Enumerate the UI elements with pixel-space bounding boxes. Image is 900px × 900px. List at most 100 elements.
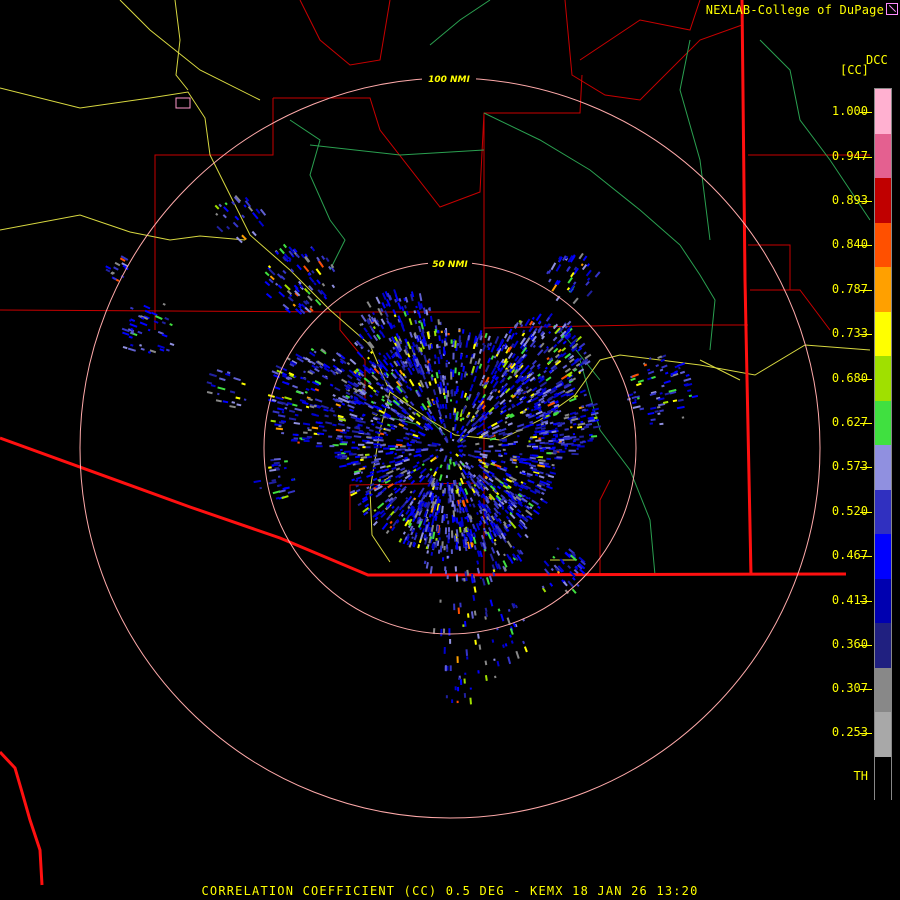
echo-pixel	[371, 422, 375, 426]
echo-pixel	[577, 445, 585, 448]
echo-pixel	[584, 353, 592, 360]
echo-pixel	[355, 479, 359, 483]
echo-pixel	[206, 381, 213, 385]
credit-text[interactable]: NEXLAB-College of DuPage	[706, 3, 884, 17]
echo-pixel	[282, 243, 288, 249]
echo-pixel	[556, 547, 560, 551]
echo-pixel	[324, 414, 329, 418]
echo-pixel	[445, 544, 448, 549]
echo-pixel	[484, 607, 488, 613]
echo-pixel	[370, 328, 376, 334]
echo-pixel	[681, 416, 685, 419]
echo-pixel	[631, 395, 637, 400]
echo-pixel	[409, 331, 413, 338]
echo-pixel	[460, 506, 464, 512]
echo-pixel	[455, 453, 460, 457]
echo-pixel	[405, 496, 409, 500]
echo-pixel	[309, 305, 313, 309]
echo-pixel	[253, 479, 262, 484]
echo-pixel	[444, 527, 448, 535]
echo-pixel	[435, 372, 439, 379]
echo-pixel	[461, 532, 464, 537]
echo-pixel	[277, 407, 285, 411]
echo-pixel	[269, 468, 277, 472]
echo-pixel	[446, 555, 449, 559]
terrain-line	[429, 0, 491, 46]
echo-pixel	[325, 421, 333, 425]
echo-pixel	[372, 477, 378, 482]
echo-pixel	[481, 578, 486, 586]
echo-pixel	[585, 422, 593, 427]
echo-pixel	[428, 381, 432, 386]
echo-pixel	[533, 433, 537, 437]
echo-pixel	[416, 448, 422, 451]
legend-tick-label: TH	[853, 769, 868, 783]
echo-pixel	[390, 426, 396, 430]
echo-pixel	[455, 484, 459, 490]
echo-pixel	[465, 340, 469, 348]
echo-pixel	[571, 576, 576, 581]
echo-pixel	[459, 417, 463, 422]
echo-pixel	[419, 467, 427, 475]
echo-pixel	[372, 389, 377, 393]
echo-pixel	[535, 426, 542, 430]
county-line	[483, 324, 748, 329]
echo-pixel	[568, 435, 577, 439]
external-link-icon[interactable]	[886, 3, 898, 15]
echo-pixel	[431, 517, 435, 526]
echo-pixel	[339, 438, 344, 441]
echo-pixel	[463, 693, 467, 698]
echo-pixel	[229, 405, 236, 409]
echo-pixel	[576, 447, 579, 450]
legend-color-swatch	[875, 712, 891, 757]
echo-pixel	[308, 285, 314, 291]
echo-pixel	[351, 430, 360, 434]
echo-pixel	[366, 473, 374, 478]
echo-pixel	[375, 296, 381, 305]
echo-pixel	[218, 377, 226, 382]
echo-pixel	[425, 562, 429, 569]
county-boundaries	[0, 0, 871, 886]
echo-pixel	[529, 464, 537, 468]
echo-pixel	[369, 483, 375, 487]
echo-pixel	[313, 350, 317, 354]
echo-pixel	[635, 382, 642, 387]
echo-pixel	[485, 577, 490, 585]
range-ring-100	[79, 77, 821, 819]
echo-pixel	[139, 321, 148, 327]
echo-pixel	[462, 445, 467, 448]
echo-pixel	[463, 578, 466, 582]
echo-pixel	[497, 608, 501, 612]
legend-color-swatch	[875, 400, 891, 446]
echo-pixel	[439, 545, 443, 553]
echo-pixel	[216, 225, 224, 233]
echo-pixel	[386, 464, 392, 468]
echo-pixel	[393, 314, 397, 318]
echo-pixel	[155, 315, 163, 320]
radar-map: 100 NMI 50 NMI	[0, 0, 871, 886]
echo-pixel	[332, 358, 336, 362]
credit-label[interactable]: NEXLAB-College of DuPage	[706, 3, 898, 17]
echo-pixel	[452, 369, 455, 377]
echo-pixel	[389, 362, 394, 368]
echo-pixel	[507, 422, 513, 426]
echo-pixel	[554, 427, 558, 430]
echo-pixel	[484, 364, 490, 373]
echo-pixel	[516, 532, 522, 538]
echo-pixel	[489, 437, 497, 441]
echo-pixel	[290, 439, 298, 442]
echo-pixel	[513, 440, 518, 444]
echo-pixel	[421, 463, 425, 467]
echo-pixel	[303, 265, 310, 273]
echo-pixel	[535, 439, 542, 442]
echo-pixel	[530, 408, 534, 412]
echo-pixel	[537, 505, 541, 510]
echo-pixel	[438, 335, 441, 342]
echo-pixel	[412, 517, 416, 523]
echo-pixel	[444, 403, 448, 410]
echo-pixel	[409, 428, 416, 433]
echo-pixel	[153, 320, 159, 324]
echo-pixel	[538, 471, 544, 475]
echo-pixel	[434, 494, 438, 498]
highway-line	[0, 214, 246, 241]
